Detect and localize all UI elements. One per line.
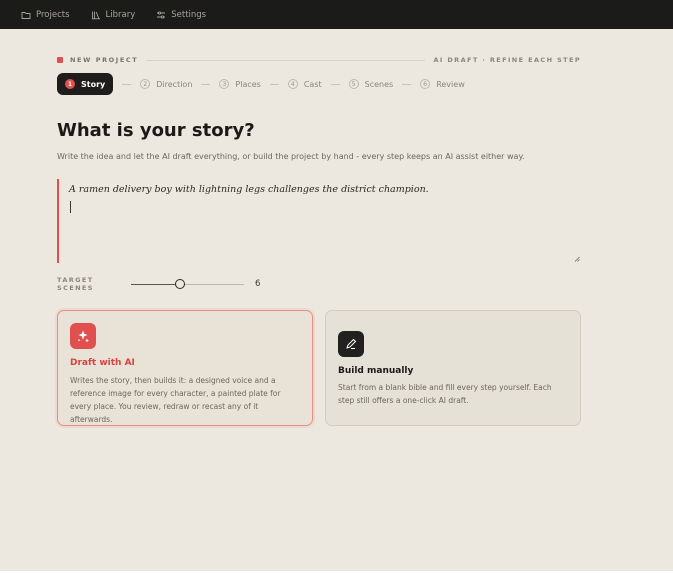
eyebrow-right-label: AI DRAFT · REFINE EACH STEP — [433, 56, 581, 64]
step-label: Places — [235, 79, 261, 89]
slider-fill — [131, 284, 180, 285]
step-label: Direction — [156, 79, 193, 89]
step-separator — [330, 83, 340, 85]
step-separator — [122, 83, 132, 85]
nav-settings-label: Settings — [171, 9, 207, 20]
step-number: 5 — [348, 79, 359, 89]
step-separator — [402, 83, 412, 85]
step-label: Cast — [303, 79, 322, 89]
step-label: Scenes — [364, 79, 394, 89]
step-number: 4 — [287, 79, 298, 89]
folder-icon — [21, 11, 31, 19]
step-direction[interactable]: 2 Direction — [140, 73, 192, 95]
section-header: NEW PROJECT AI DRAFT · REFINE EACH STEP — [57, 54, 581, 66]
step-cast[interactable]: 4 Cast — [287, 73, 322, 95]
step-label: Story — [81, 79, 106, 89]
nav-library-label: Library — [105, 9, 136, 20]
draft-with-ai-card[interactable]: Draft with AI Writes the story, then bui… — [57, 310, 313, 426]
step-number: 2 — [140, 79, 151, 89]
eyebrow-label: NEW PROJECT — [70, 56, 139, 64]
target-scenes-slider[interactable] — [131, 278, 244, 290]
step-number: 6 — [420, 79, 431, 89]
nav-projects-label: Projects — [36, 9, 70, 20]
books-icon — [91, 11, 100, 19]
build-manually-card[interactable]: Build manually Start from a blank bible … — [325, 310, 581, 426]
slider-thumb[interactable] — [174, 279, 185, 289]
sliders-icon — [157, 10, 166, 19]
step-number: 1 — [65, 79, 75, 89]
card-description: Start from a blank bible and fill every … — [338, 383, 552, 405]
pen-icon — [338, 331, 364, 357]
nav-settings[interactable]: Settings — [156, 10, 206, 20]
step-places[interactable]: 3 Places — [219, 73, 261, 95]
text-caret — [70, 201, 71, 213]
card-title: Draft with AI — [70, 358, 135, 368]
step-review[interactable]: 6 Review — [420, 73, 465, 95]
resize-handle-icon[interactable] — [574, 256, 580, 262]
step-scenes[interactable]: 5 Scenes — [348, 73, 394, 95]
page-subtitle: Write the idea and let the AI draft ever… — [57, 152, 525, 161]
card-title: Build manually — [338, 366, 414, 376]
target-scenes-label: TARGET SCENES — [57, 276, 94, 292]
step-separator — [201, 83, 211, 85]
step-number: 3 — [219, 79, 230, 89]
top-navigation-bar: Projects Library Settings — [0, 0, 673, 29]
story-text: A ramen delivery boy with lightning legs… — [69, 184, 429, 195]
header-divider — [146, 59, 426, 61]
nav-library[interactable]: Library — [91, 9, 136, 20]
step-progress: 1 Story 2 Direction 3 Places 4 Cast 5 Sc… — [57, 73, 465, 95]
story-textarea[interactable]: A ramen delivery boy with lightning legs… — [57, 179, 581, 263]
step-separator — [269, 83, 279, 85]
accent-square-icon — [57, 57, 63, 63]
target-scenes-control: TARGET SCENES 6 — [57, 276, 261, 292]
page-title: What is your story? — [57, 120, 255, 141]
sparkles-icon — [70, 323, 96, 349]
target-scenes-value: 6 — [255, 279, 261, 289]
step-label: Review — [436, 79, 465, 89]
nav-projects[interactable]: Projects — [21, 10, 70, 20]
card-description: Writes the story, then builds it: a desi… — [70, 376, 281, 424]
step-story[interactable]: 1 Story — [57, 73, 114, 95]
